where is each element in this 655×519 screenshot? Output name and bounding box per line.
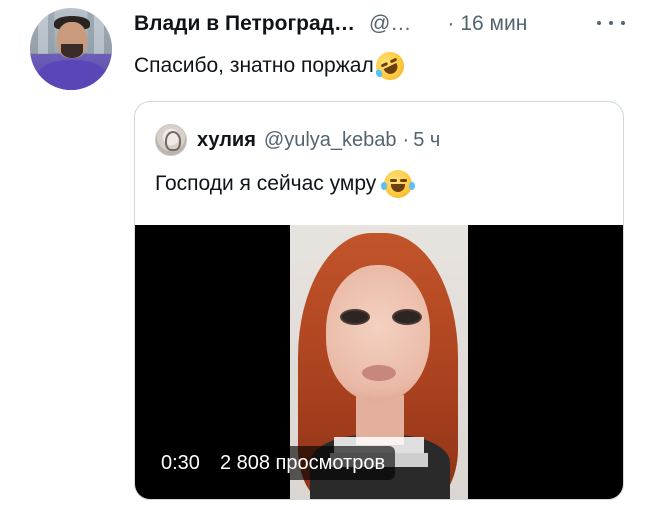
separator-dot: · bbox=[402, 128, 410, 151]
quoted-text: Господи я сейчас умру bbox=[155, 170, 416, 198]
emoji-tear bbox=[409, 182, 416, 190]
rolling-on-floor-laughing-emoji-icon bbox=[371, 47, 409, 85]
quoted-author-handle: @yulya_kebab bbox=[263, 128, 397, 151]
tweet-text-content: Спасибо, знатно поржал bbox=[134, 54, 374, 77]
quoted-tweet[interactable]: хулия @yulya_kebab · 5 ч Господи я сейча… bbox=[134, 101, 624, 500]
tweet-text: Спасибо, знатно поржал bbox=[134, 47, 409, 85]
emoji-eye bbox=[390, 179, 398, 182]
avatar-beard bbox=[61, 44, 83, 58]
quoted-author-name: хулия bbox=[197, 128, 256, 151]
frame-eye bbox=[340, 309, 370, 325]
video-duration: 0:30 bbox=[161, 451, 200, 474]
quoted-header: хулия @yulya_kebab · 5 ч bbox=[155, 124, 440, 156]
avatar-hoodie bbox=[36, 60, 108, 90]
video-views: 2 808 просмотров bbox=[219, 451, 386, 474]
video-stats-badge: 0:30 2 808 просмотров bbox=[151, 446, 396, 480]
tears-of-joy-emoji-icon bbox=[381, 170, 416, 198]
quoted-time: 5 ч bbox=[413, 128, 441, 151]
author-handle[interactable]: @… bbox=[369, 12, 411, 36]
more-options-icon[interactable] bbox=[597, 12, 625, 34]
tweet-header: Влади в Петроград… @… · 16 мин bbox=[134, 11, 615, 37]
frame-eye bbox=[392, 309, 422, 325]
emoji-eye bbox=[400, 179, 408, 182]
author-name[interactable]: Влади в Петроград… bbox=[134, 12, 355, 36]
video-player[interactable]: 0:30 2 808 просмотров bbox=[135, 225, 623, 499]
separator-dot: · bbox=[447, 12, 455, 35]
quoted-author-avatar[interactable] bbox=[155, 124, 187, 156]
more-dot bbox=[597, 21, 601, 25]
emoji-mouth bbox=[391, 184, 406, 192]
more-dot bbox=[621, 21, 625, 25]
emoji-tear bbox=[381, 182, 388, 190]
tweet-time[interactable]: 16 мин bbox=[460, 12, 527, 36]
frame-lips bbox=[362, 365, 396, 381]
author-avatar[interactable] bbox=[30, 8, 112, 90]
emoji-tear bbox=[374, 68, 384, 79]
more-dot bbox=[609, 21, 613, 25]
quoted-text-content: Господи я сейчас умру bbox=[155, 172, 377, 195]
